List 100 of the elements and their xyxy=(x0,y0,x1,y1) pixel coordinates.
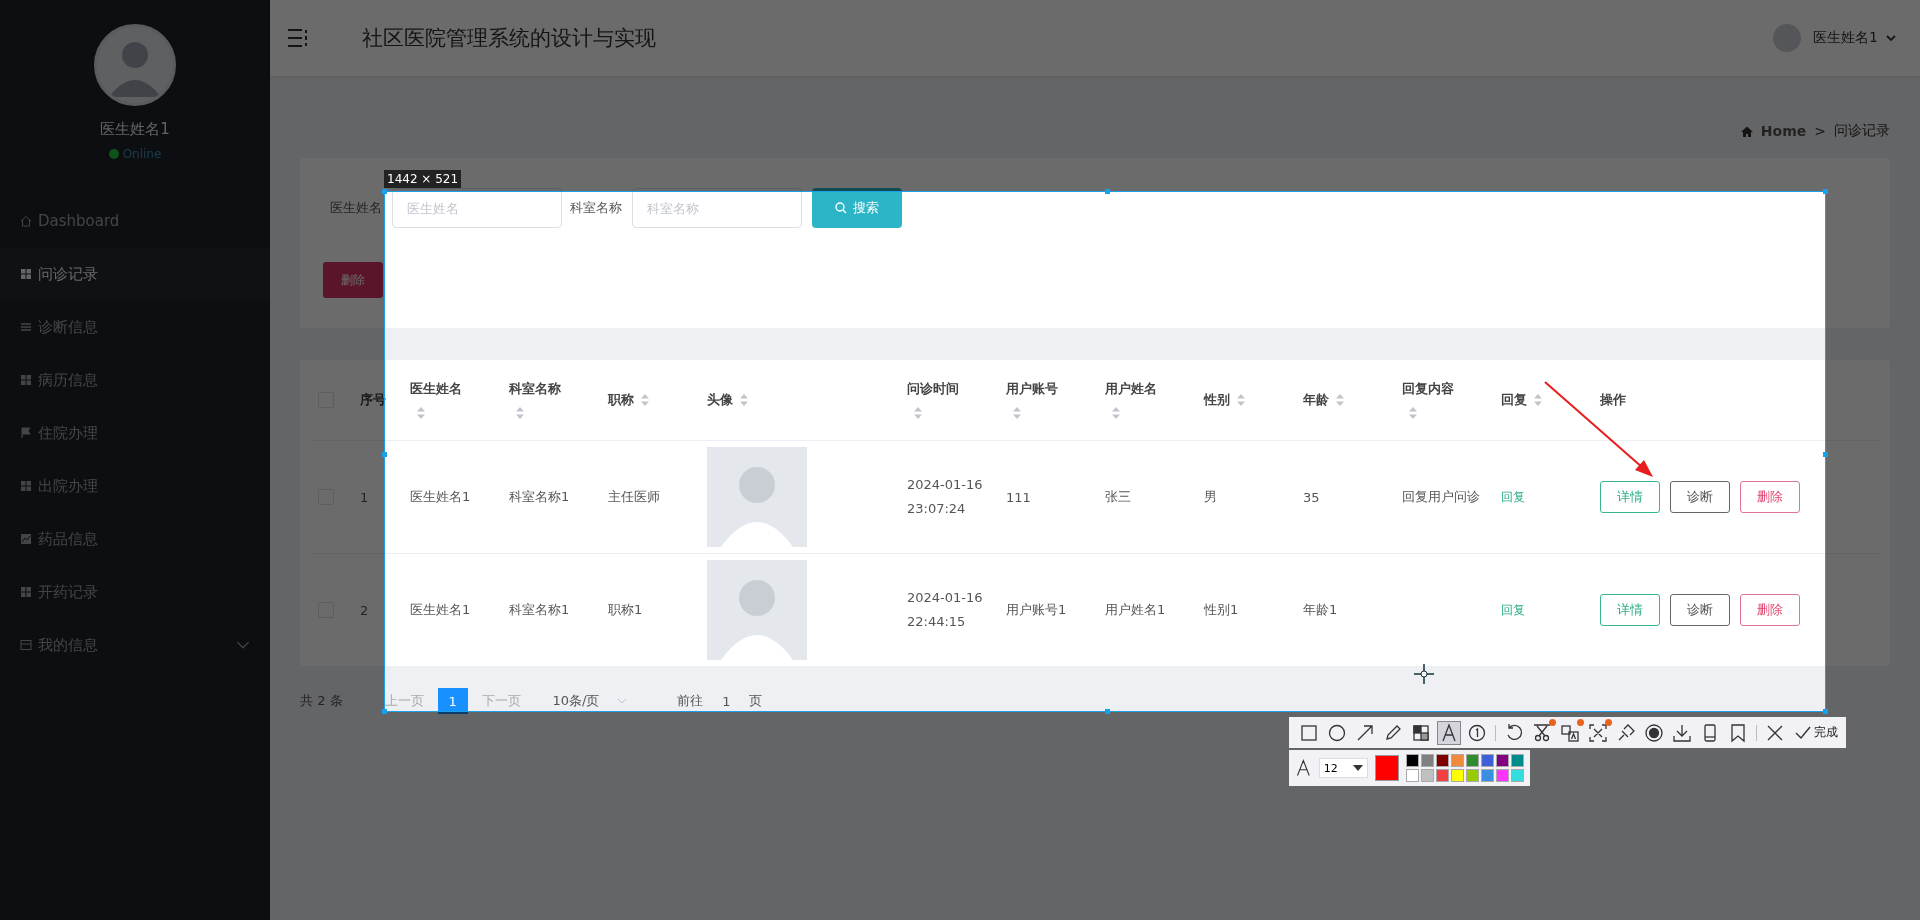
field-label: 医生姓名 xyxy=(330,199,382,217)
table-cell: 科室名称1 xyxy=(509,601,570,619)
home-icon xyxy=(1740,125,1753,137)
table-cell: 张三 xyxy=(1105,488,1131,506)
color-swatch[interactable] xyxy=(1466,769,1479,782)
table-cell: 111 xyxy=(1006,489,1031,505)
sort-icon[interactable] xyxy=(1408,406,1418,420)
column-header: 性别 xyxy=(1204,391,1230,409)
sort-icon[interactable] xyxy=(1012,406,1022,420)
reply-link[interactable]: 回复 xyxy=(1501,601,1525,619)
color-swatch[interactable] xyxy=(1511,769,1524,782)
font-icon xyxy=(1295,759,1312,777)
search-icon xyxy=(835,202,847,214)
grid-icon xyxy=(20,374,32,386)
table-cell-text: 2024-01-16 23:07:24 xyxy=(907,476,984,518)
total-count: 共 2 条 xyxy=(300,692,343,710)
app-title: 社区医院管理系统的设计与实现 xyxy=(362,25,656,52)
caret-icon xyxy=(1352,765,1363,771)
column-header: 回复内容 xyxy=(1402,380,1454,398)
column-header: 科室名称 xyxy=(509,380,561,398)
color-swatch[interactable] xyxy=(1421,769,1434,782)
goto-label: 前往 xyxy=(677,692,704,710)
sort-icon[interactable] xyxy=(1533,393,1543,407)
column-header: 年龄 xyxy=(1303,391,1329,409)
sort-icon[interactable] xyxy=(739,393,749,407)
color-swatch[interactable] xyxy=(1406,754,1419,767)
color-swatch[interactable] xyxy=(1436,769,1449,782)
column-header: 头像 xyxy=(707,391,733,409)
delete-button[interactable]: 删除 xyxy=(1740,481,1800,513)
table-cell: 主任医师 xyxy=(608,488,660,506)
caret-icon xyxy=(617,698,628,704)
color-swatch[interactable] xyxy=(1496,769,1509,782)
table-cell: 年龄1 xyxy=(1303,601,1338,619)
color-swatch[interactable] xyxy=(1451,769,1464,782)
column-header: 问诊时间 xyxy=(907,380,959,398)
page-size-select[interactable]: 10条/页 xyxy=(552,692,628,710)
table-cell: 35 xyxy=(1303,489,1320,505)
table-cell: 1 xyxy=(360,489,369,505)
column-header: 医生姓名 xyxy=(410,380,462,398)
sort-icon[interactable] xyxy=(1236,393,1246,407)
search-field[interactable]: 医生姓名 xyxy=(392,188,562,228)
diagnose-button[interactable]: 诊断 xyxy=(1670,594,1730,626)
page-input[interactable]: 1 xyxy=(711,693,742,709)
table-cell: 用户账号1 xyxy=(1006,601,1067,619)
sort-icon[interactable] xyxy=(1335,393,1345,407)
table-cell: 职称1 xyxy=(608,601,643,619)
color-swatch[interactable] xyxy=(1511,754,1524,767)
color-swatch[interactable] xyxy=(1421,754,1434,767)
translate-tool-icon[interactable] xyxy=(1558,720,1582,745)
font-size-select[interactable]: 12 xyxy=(1318,758,1368,778)
page-number[interactable]: 1 xyxy=(437,688,468,714)
breadcrumb-current: 问诊记录 xyxy=(1834,122,1890,140)
sort-icon[interactable] xyxy=(913,406,923,420)
chart-icon xyxy=(20,533,32,545)
search-button[interactable]: 搜索 xyxy=(812,188,902,228)
table-cell: 2 xyxy=(360,602,369,618)
chevron-icon xyxy=(236,640,250,650)
ocr-tool-icon[interactable] xyxy=(1586,720,1610,745)
delete-button[interactable]: 删除 xyxy=(1740,594,1800,626)
color-swatch[interactable] xyxy=(1466,754,1479,767)
column-header: 操作 xyxy=(1600,391,1626,409)
check-icon xyxy=(1795,725,1811,740)
list-icon xyxy=(20,321,32,333)
selection-size-label: 1442 × 521 xyxy=(384,170,462,188)
text-tool-icon[interactable] xyxy=(1437,720,1461,745)
delete-button[interactable]: 删除 xyxy=(323,262,383,298)
menu-icon[interactable] xyxy=(288,29,310,47)
done-button[interactable]: 完成 xyxy=(1795,724,1838,741)
table-cell-text: 回复用户问诊 xyxy=(1402,488,1481,506)
color-swatch[interactable] xyxy=(1496,754,1509,767)
sort-icon[interactable] xyxy=(515,406,525,420)
card-icon xyxy=(20,639,32,651)
status-text: Online xyxy=(122,147,162,161)
column-header: 回复 xyxy=(1501,391,1527,409)
sort-icon[interactable] xyxy=(1111,406,1121,420)
caret-icon[interactable] xyxy=(1886,34,1896,42)
color-swatch[interactable] xyxy=(1451,754,1464,767)
user-name: 医生姓名1 xyxy=(100,120,170,139)
detail-button[interactable]: 详情 xyxy=(1600,594,1660,626)
diagnose-button[interactable]: 诊断 xyxy=(1670,481,1730,513)
column-header: 职称 xyxy=(608,391,634,409)
user-menu[interactable]: 医生姓名1 xyxy=(1813,29,1878,47)
flag-icon xyxy=(20,427,32,439)
color-swatch[interactable] xyxy=(1481,769,1494,782)
grid-icon xyxy=(20,586,32,598)
home-icon xyxy=(20,215,32,227)
grid-icon xyxy=(20,268,32,280)
table-cell: 性别1 xyxy=(1204,601,1239,619)
breadcrumb-link[interactable]: Home xyxy=(1760,123,1807,139)
column-header: 用户姓名 xyxy=(1105,380,1157,398)
current-color-swatch[interactable] xyxy=(1374,755,1399,781)
color-swatch[interactable] xyxy=(1481,754,1494,767)
detail-button[interactable]: 详情 xyxy=(1600,481,1660,513)
sort-icon[interactable] xyxy=(640,393,650,407)
reply-link[interactable]: 回复 xyxy=(1501,488,1525,506)
sort-icon[interactable] xyxy=(416,406,426,420)
color-swatch[interactable] xyxy=(1436,754,1449,767)
table-cell: 用户姓名1 xyxy=(1105,601,1166,619)
color-swatch[interactable] xyxy=(1406,769,1419,782)
search-field[interactable]: 科室名称 xyxy=(632,188,802,228)
